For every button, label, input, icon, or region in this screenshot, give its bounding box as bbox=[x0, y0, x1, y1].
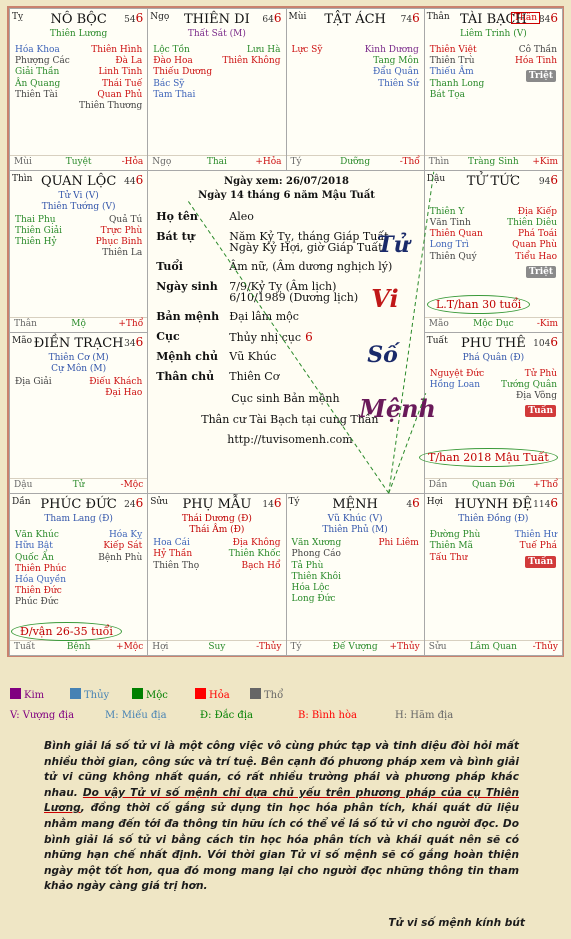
legend-element-0: Kim bbox=[10, 688, 44, 701]
signature: Tử vi số mệnh kính bút bbox=[388, 917, 525, 929]
annotation-han-2018: T/han 2018 Mậu Tuất bbox=[419, 448, 558, 467]
legend-swatch bbox=[250, 688, 261, 699]
paragraph-part-3: , đồng thời cố gắng sử dụng tin học hóa … bbox=[44, 802, 519, 893]
legend-state-4: H: Hãm địa bbox=[395, 710, 454, 721]
aspect-lines bbox=[186, 171, 435, 494]
annotation-dai-van: Đ/vận 26-35 tuổi bbox=[11, 622, 122, 641]
annotation-lt-han: L.T/han 30 tuổi bbox=[427, 295, 531, 314]
legend-state-2: Đ: Đắc địa bbox=[200, 710, 253, 721]
aspect-line bbox=[388, 393, 427, 494]
legend-state-0: V: Vượng địa bbox=[10, 710, 75, 721]
legend-state-3: B: Bình hòa bbox=[298, 710, 357, 721]
legend-swatch bbox=[10, 688, 21, 699]
legend-swatch bbox=[70, 688, 81, 699]
aspect-line bbox=[186, 199, 390, 494]
aspect-line bbox=[388, 171, 435, 494]
legend-label: Mộc bbox=[146, 690, 168, 701]
legend-label: Thổ bbox=[264, 690, 284, 701]
legend-element-3: Hỏa bbox=[195, 688, 230, 701]
legend-element-2: Mộc bbox=[132, 688, 168, 701]
horoscope-chart: Tỵ NÔ BỘC 546 Thiên Lương Hóa Khoa Phượng Các… bbox=[7, 6, 564, 657]
legend-state-1: M: Miếu địa bbox=[105, 710, 167, 721]
legend-swatch bbox=[132, 688, 143, 699]
legend-swatch bbox=[195, 688, 206, 699]
legend-element-4: Thổ bbox=[250, 688, 283, 701]
description-paragraph: Bình giải lá số tử vi là một công việc v… bbox=[44, 739, 519, 895]
legend-label: Kim bbox=[24, 690, 45, 701]
legend-label: Thủy bbox=[84, 690, 110, 701]
legend-element-1: Thủy bbox=[70, 688, 109, 701]
legend-label: Hỏa bbox=[209, 690, 230, 701]
